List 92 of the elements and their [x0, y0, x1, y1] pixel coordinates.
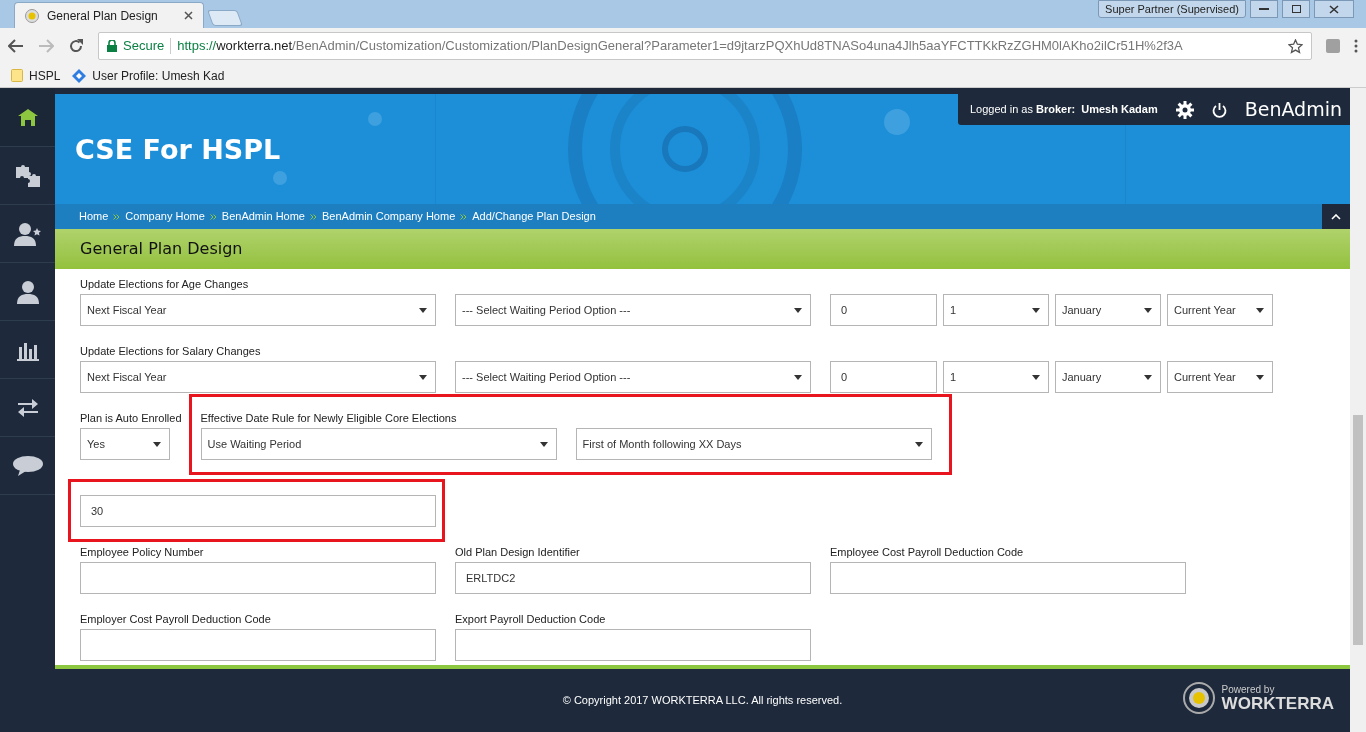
caret-icon [794, 307, 802, 313]
dropdown[interactable]: Yes [80, 428, 170, 460]
field-label: Employee Policy Number [80, 546, 204, 558]
folder-icon [11, 69, 23, 82]
star-icon[interactable] [1288, 38, 1303, 54]
restore-button[interactable] [1282, 0, 1310, 18]
input-field[interactable] [455, 629, 811, 661]
caret-icon [539, 441, 548, 447]
swap-arrows-icon [15, 396, 40, 419]
dropdown[interactable]: Next Fiscal Year [80, 361, 436, 393]
url-text: https://workterra.net/BenAdmin/Customization/Customization/PlanDesignGeneral?Parameter1=d9jtarzPQXhUd8TNASo4una4Jlh5aaYFCTTKkRzZGHM0lAKho2ilCr51H%2f3A [177, 37, 1183, 56]
dropdown[interactable]: January [1055, 361, 1161, 393]
breadcrumb-link[interactable]: BenAdmin Company Home [322, 208, 456, 225]
brand-name: WORKTERRA [1221, 694, 1334, 712]
field-label: Employer Cost Payroll Deduction Code [80, 613, 271, 625]
app-name: BenAdmin [1244, 97, 1342, 123]
menu-icon[interactable] [1354, 39, 1358, 53]
secure-label: Secure [123, 37, 165, 56]
chat-icon [11, 454, 44, 477]
sidebar-item[interactable] [0, 89, 55, 147]
double-chevron-icon [209, 213, 217, 220]
caret-icon [1144, 307, 1152, 313]
dropdown[interactable]: --- Select Waiting Period Option --- [455, 294, 811, 326]
puzzle-icon [13, 162, 42, 189]
dropdown[interactable]: 1 [943, 294, 1049, 326]
dropdown[interactable]: --- Select Waiting Period Option --- [455, 361, 811, 393]
person-star-icon [13, 221, 42, 246]
bookmark[interactable]: HSPL [11, 66, 61, 85]
bookmark[interactable]: User Profile: Umesh Kad [72, 66, 225, 85]
close-window-button[interactable] [1314, 0, 1354, 18]
field-label: Old Plan Design Identifier [455, 546, 580, 558]
browser-tab[interactable]: General Plan Design [14, 2, 204, 28]
scrollbar[interactable] [1350, 88, 1366, 732]
caret-icon [1032, 374, 1040, 380]
powered-by-text: Powered by [1221, 684, 1276, 695]
close-icon[interactable] [184, 11, 193, 20]
chevron-up-icon [1331, 213, 1341, 220]
caret-icon [914, 441, 923, 447]
caret-icon [1256, 307, 1264, 313]
settings-icon[interactable] [1175, 100, 1194, 119]
input-field[interactable]: ERLTDC2 [455, 562, 811, 594]
logo-icon [1181, 681, 1216, 715]
dropdown[interactable]: Use Waiting Period [200, 428, 557, 460]
breadcrumb-link[interactable]: Home [79, 208, 109, 225]
section-title: General Plan Design [80, 238, 243, 260]
home-icon [16, 107, 39, 128]
double-chevron-icon [310, 213, 317, 220]
address-bar[interactable]: Secure https://workterra.net/BenAdmin/Customization/Customization/PlanDesignGeneral?Parameter1=d9jtarzPQXhUd8TNASo4una4Jlh5aaYFCTTKkRzZGHM0lAKho2ilCr51H%2f3A [98, 32, 1312, 60]
dropdown[interactable]: January [1055, 294, 1161, 326]
caret-icon [794, 374, 802, 380]
close-icon [1329, 4, 1339, 14]
field-label: Employee Cost Payroll Deduction Code [830, 546, 1024, 558]
profile-badge[interactable]: Super Partner (Supervised) [1098, 0, 1246, 18]
login-status: Logged in as Broker: Umesh Kadam [969, 102, 1158, 118]
caret-icon [1032, 307, 1040, 313]
dropdown[interactable]: Current Year [1167, 294, 1273, 326]
input-field[interactable] [80, 562, 436, 594]
caret-icon [1256, 374, 1264, 380]
dropdown[interactable]: 1 [943, 361, 1049, 393]
caret-icon [419, 307, 427, 313]
site-icon [25, 8, 39, 23]
input-field[interactable]: 0 [830, 294, 937, 326]
person-icon [15, 279, 40, 304]
reload-icon[interactable] [68, 38, 84, 54]
input-field[interactable]: 30 [80, 495, 436, 527]
field-label: Effective Date Rule for Newly Eligible Core Elections [200, 412, 457, 424]
double-chevron-icon [113, 213, 121, 220]
caret-icon [1144, 374, 1152, 380]
dropdown[interactable]: Current Year [1167, 361, 1273, 393]
dropdown[interactable]: First of Month following XX Days [575, 428, 932, 460]
copyright-text: © Copyright 2017 WORKTERRA LLC. All rights reserved. [562, 693, 843, 709]
caret-icon [153, 441, 161, 447]
field-label: Export Payroll Deduction Code [455, 613, 606, 625]
back-icon[interactable] [8, 39, 24, 53]
company-title: CSE For HSPL [75, 133, 281, 167]
lock-icon [107, 40, 117, 52]
minimize-button[interactable] [1250, 0, 1278, 18]
breadcrumb-link[interactable]: BenAdmin Home [221, 208, 305, 225]
breadcrumb-link[interactable]: Add/Change Plan Design [472, 208, 596, 225]
dropdown[interactable]: Next Fiscal Year [80, 294, 436, 326]
field-label: Update Elections for Salary Changes [80, 345, 261, 357]
field-label: Update Elections for Age Changes [80, 278, 249, 290]
collapse-button[interactable] [1322, 204, 1350, 229]
input-field[interactable] [830, 562, 1186, 594]
diamond-icon [72, 68, 87, 83]
input-field[interactable]: 0 [830, 361, 937, 393]
field-label: Plan is Auto Enrolled [80, 412, 182, 424]
input-field[interactable] [80, 629, 436, 661]
caret-icon [419, 374, 427, 380]
power-icon[interactable] [1211, 101, 1227, 118]
double-chevron-icon [460, 213, 468, 220]
breadcrumb-link[interactable]: Company Home [125, 208, 205, 225]
